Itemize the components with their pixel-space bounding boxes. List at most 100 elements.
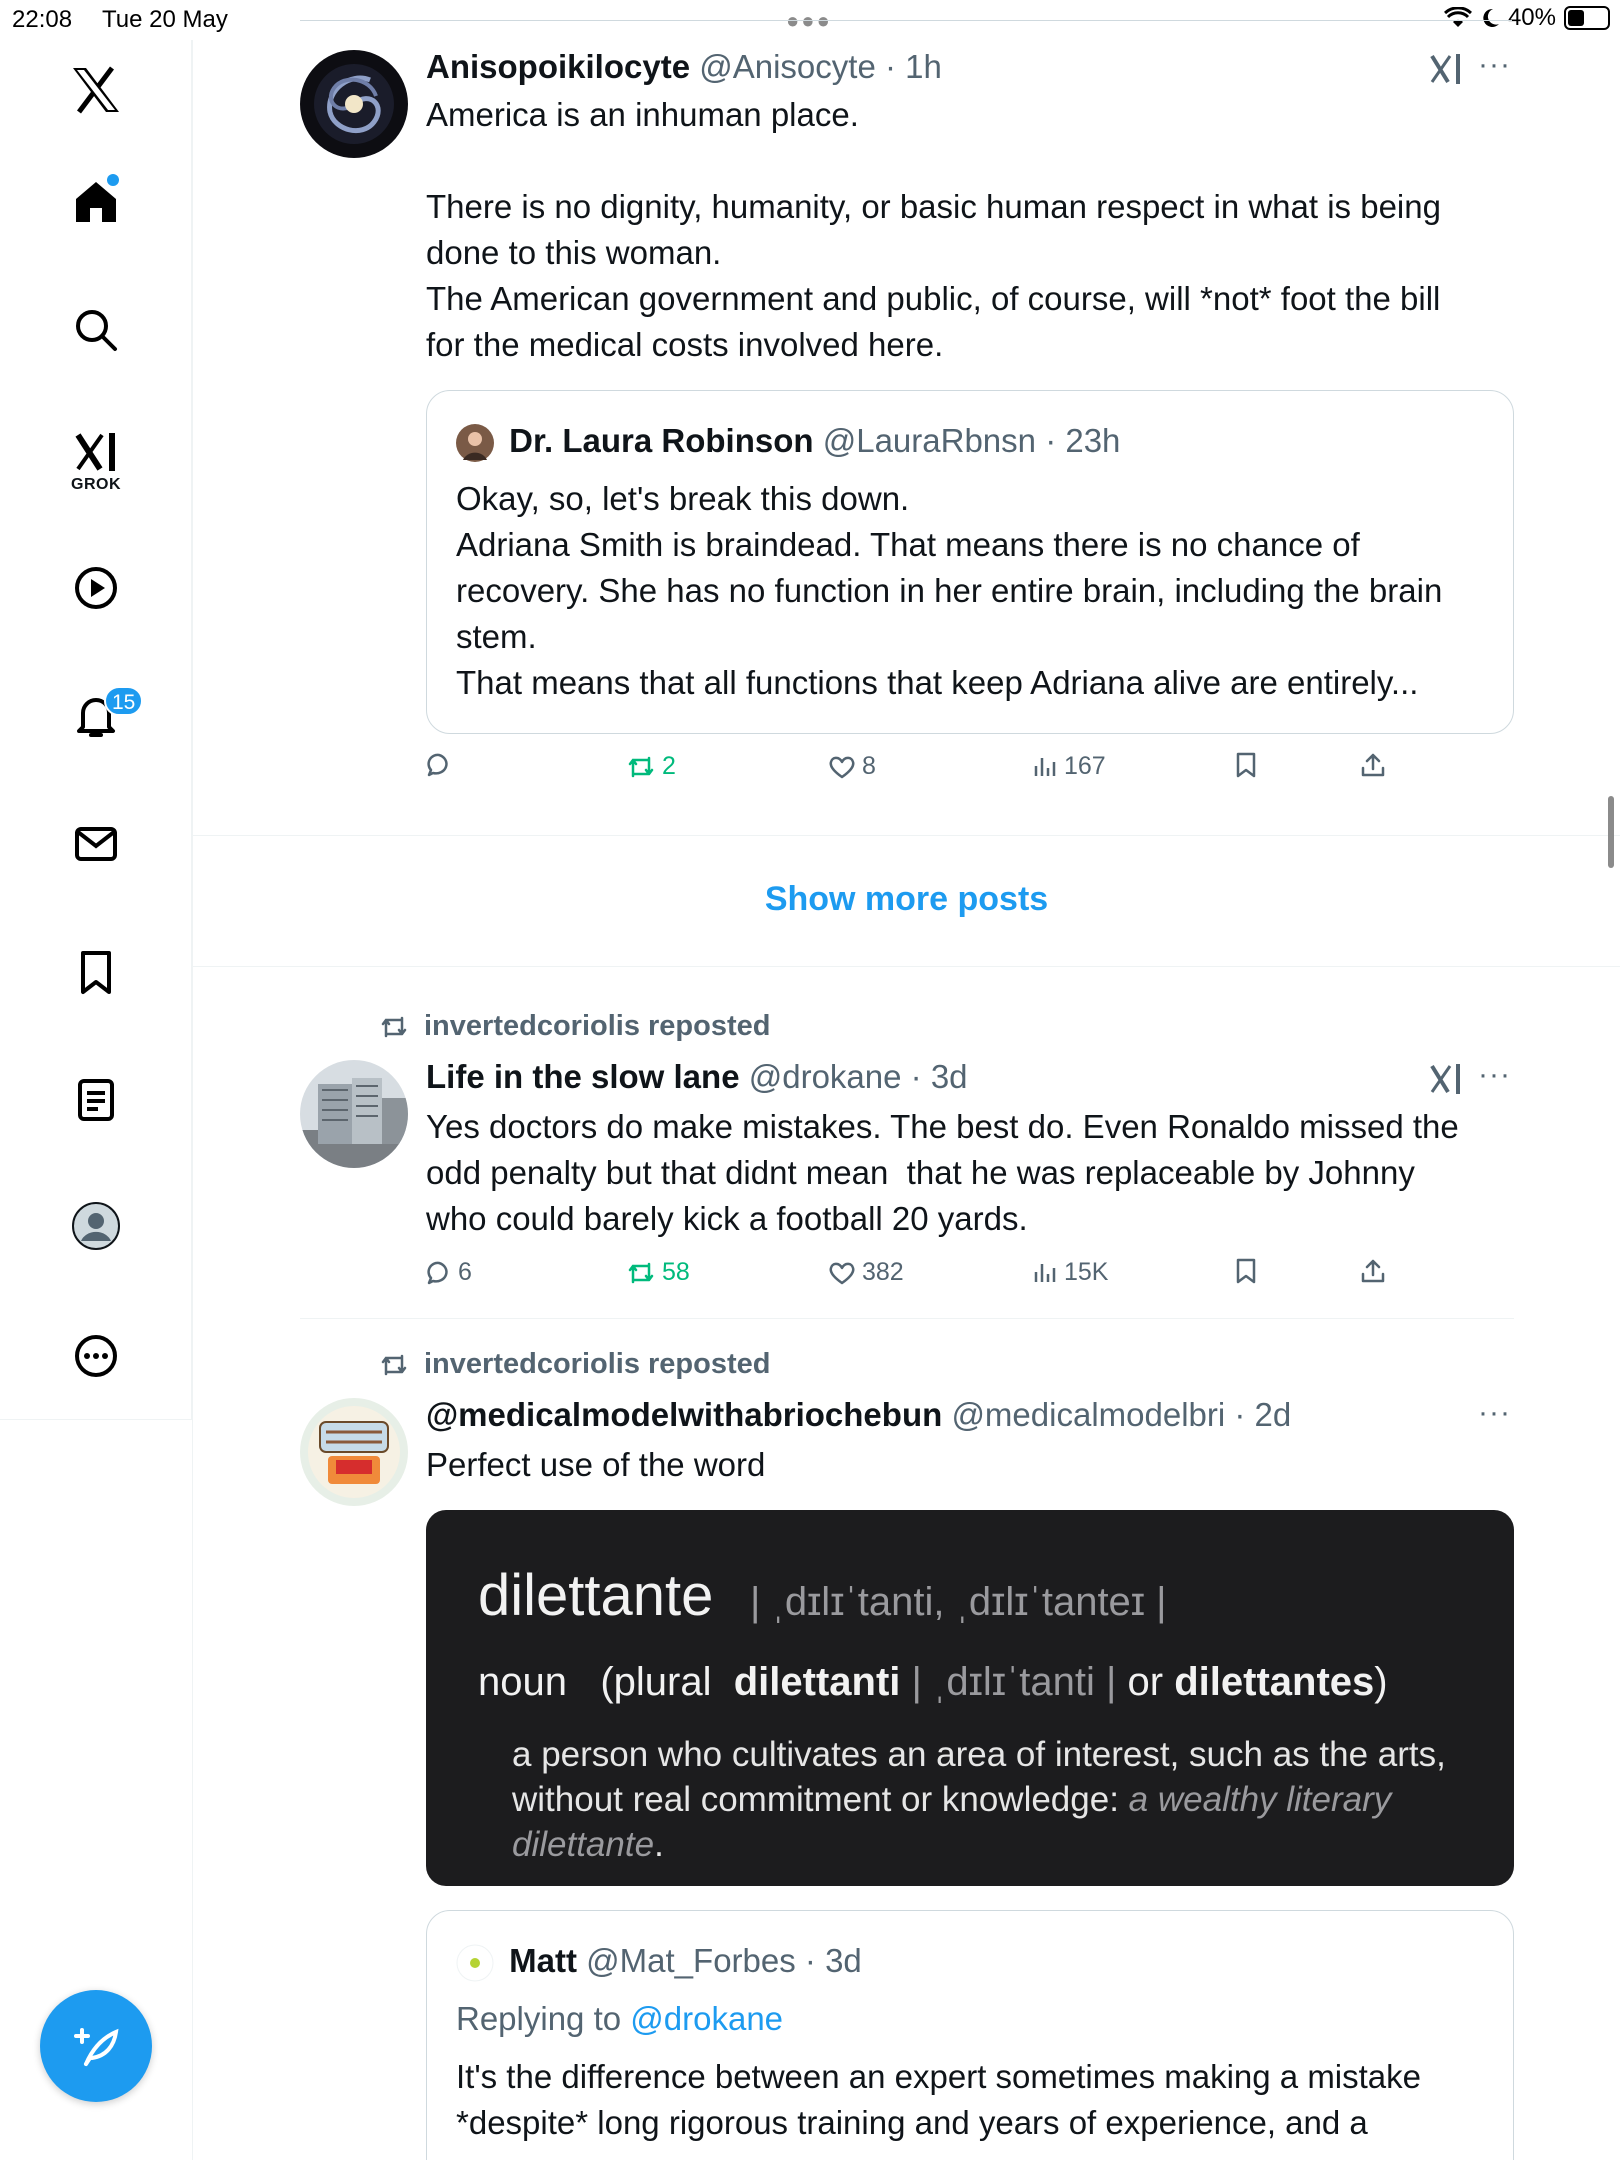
repost-count: 2 [662, 752, 676, 780]
video-icon[interactable] [56, 548, 136, 628]
reply-button[interactable]: 6 [426, 1258, 472, 1287]
reply-icon [427, 1261, 448, 1284]
bookmark-icon [1236, 752, 1256, 778]
more-options-icon[interactable]: ··· [1478, 1396, 1511, 1430]
more-icon[interactable] [56, 1316, 136, 1396]
share-icon [1361, 1259, 1385, 1283]
moon-icon [1483, 8, 1499, 27]
like-button[interactable]: 382 [828, 1258, 904, 1287]
repost-button[interactable]: 58 [626, 1258, 690, 1287]
tweet-text-line: who could barely kick a football 20 yard… [426, 1200, 1028, 1237]
author-handle[interactable]: @medicalmodelbri [951, 1396, 1225, 1433]
grok-label: GROK [71, 476, 121, 493]
tweet-text: Yes doctors do make mistakes. The best d… [426, 1104, 1516, 1242]
share-button[interactable] [1360, 1258, 1386, 1284]
reposted-by-text[interactable]: invertedcoriolis reposted [424, 1348, 771, 1381]
share-icon [1361, 753, 1385, 777]
like-button[interactable]: 8 [828, 752, 876, 781]
share-button[interactable] [1360, 752, 1386, 778]
more-options-icon[interactable]: ··· [1478, 48, 1511, 82]
status-date: Tue 20 May [102, 6, 228, 33]
quote-text-line: Adriana Smith is braindead. That means t… [456, 526, 1360, 563]
compose-post-button[interactable] [40, 1990, 152, 2102]
messages-icon[interactable] [56, 804, 136, 884]
quote-text-line: recovery. She has no function in her ent… [456, 572, 1443, 609]
tweet-header: Anisopoikilocyte @Anisocyte · 1h [426, 48, 942, 86]
dictionary-plural1: dilettanti [733, 1660, 901, 1704]
avatar[interactable] [300, 50, 408, 158]
scrollbar[interactable] [1608, 796, 1614, 868]
quote-text: Okay, so, let's break this down. Adriana… [456, 476, 1496, 706]
replying-to-prefix: Replying to [456, 2000, 622, 2037]
dictionary-close: ) [1374, 1660, 1388, 1704]
tweet-text-line: The American government and public, of c… [426, 280, 1441, 317]
reposted-by-text[interactable]: invertedcoriolis reposted [424, 1010, 771, 1043]
repost-icon [381, 1354, 407, 1375]
tweet-time[interactable]: · 1h [885, 48, 942, 85]
notification-badge: 15 [104, 686, 144, 716]
dictionary-or: or [1127, 1660, 1164, 1704]
author-handle[interactable]: @Anisocyte [699, 48, 876, 85]
search-icon[interactable] [56, 290, 136, 370]
replying-to-handle[interactable]: @drokane [630, 2000, 783, 2037]
divider [300, 1318, 1514, 1319]
dictionary-image[interactable]: dilettante | ˌdɪlɪˈtanti, ˌdɪlɪˈtanteɪ |… [426, 1510, 1514, 1886]
quote-time: · 23h [1045, 422, 1121, 459]
dictionary-plural1-pron: | ˌdɪlɪˈtanti | [911, 1660, 1117, 1704]
lists-icon[interactable] [56, 1060, 136, 1140]
wifi-icon [1443, 7, 1472, 27]
feed-top-rule [300, 20, 1512, 21]
repost-button[interactable]: 2 [626, 752, 676, 781]
x-logo-icon[interactable] [56, 50, 136, 130]
grok-icon[interactable] [1428, 52, 1464, 86]
view-count: 15K [1064, 1258, 1109, 1286]
dictionary-pos-line: noun (plural dilettanti | ˌdɪlɪˈtanti | … [478, 1660, 1388, 1705]
tweet-text: America is an inhuman place. There is no… [426, 92, 1516, 368]
more-options-icon[interactable]: ··· [1478, 1058, 1511, 1092]
like-icon [829, 756, 855, 778]
avatar[interactable] [300, 1398, 408, 1506]
avatar[interactable] [300, 1060, 408, 1168]
divider [193, 835, 1620, 836]
status-right: 40% [1443, 4, 1610, 32]
author-name[interactable]: Life in the slow lane [426, 1058, 740, 1095]
bookmark-icon [1236, 1258, 1256, 1284]
quote-author-name: Matt [509, 1942, 577, 1979]
sidebar-divider [192, 40, 193, 2160]
profile-avatar-icon[interactable] [56, 1186, 136, 1266]
author-name[interactable]: @medicalmodelwithabriochebun [426, 1396, 942, 1433]
tweet-header: @medicalmodelwithabriochebun @medicalmod… [426, 1396, 1291, 1434]
author-handle[interactable]: @drokane [749, 1058, 902, 1095]
show-more-posts-link[interactable]: Show more posts [193, 880, 1620, 919]
bookmarks-icon[interactable] [56, 932, 136, 1012]
repost-indicator: invertedcoriolis reposted [378, 1010, 771, 1043]
quote-header: Dr. Laura Robinson @LauraRbnsn · 23h [456, 422, 1121, 463]
views-button[interactable]: 167 [1032, 752, 1106, 781]
tweet-text-line: Perfect use of the word [426, 1446, 766, 1483]
quote-text-line: It's the difference between an expert so… [456, 2058, 1422, 2095]
tweet-actions: 2 8 167 [426, 752, 1516, 792]
bookmark-button[interactable] [1234, 752, 1258, 778]
repost-icon [628, 1262, 654, 1283]
author-name[interactable]: Anisopoikilocyte [426, 48, 690, 85]
reply-button[interactable] [426, 752, 458, 778]
battery-percent: 40% [1507, 4, 1556, 31]
tweet-time[interactable]: · 3d [911, 1058, 968, 1095]
quote-time: · 3d [804, 1942, 862, 1979]
quote-author-handle: @Mat_Forbes [586, 1942, 796, 1979]
tweet-text-line: done to this woman. [426, 234, 722, 271]
tweet-time[interactable]: · 2d [1234, 1396, 1291, 1433]
repost-indicator: invertedcoriolis reposted [378, 1348, 771, 1381]
tweet-header: Life in the slow lane @drokane · 3d [426, 1058, 968, 1096]
dictionary-plural-open: (plural [600, 1660, 712, 1704]
like-count: 382 [862, 1258, 904, 1286]
home-icon[interactable] [56, 162, 136, 242]
reply-count: 6 [458, 1258, 472, 1286]
status-time: 22:08 [12, 6, 73, 33]
views-button[interactable]: 15K [1032, 1258, 1108, 1287]
dictionary-definition-block: a person who cultivates an area of inter… [512, 1732, 1472, 1867]
multitasking-dots-icon[interactable]: ●●● [786, 8, 832, 34]
bookmark-button[interactable] [1234, 1258, 1258, 1284]
quote-text-line: stem. [456, 618, 537, 655]
grok-icon[interactable] [1428, 1062, 1464, 1096]
